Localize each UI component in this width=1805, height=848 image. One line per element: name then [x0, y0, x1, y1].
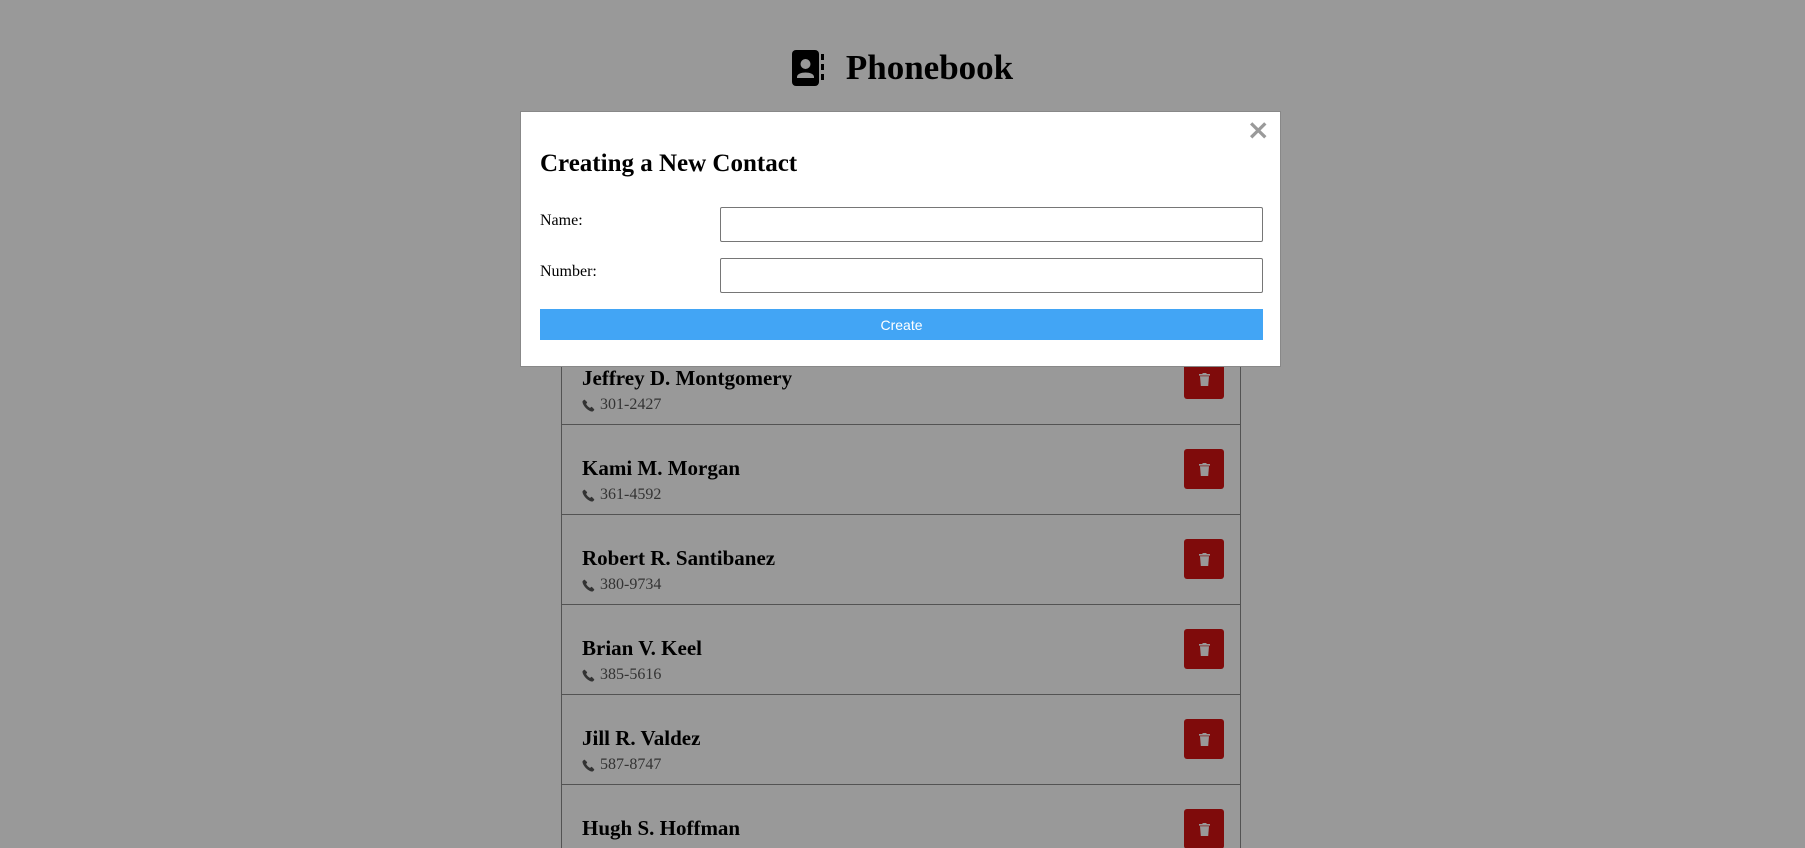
create-contact-modal: × Creating a New Contact Name: Number: C…	[520, 111, 1281, 367]
create-button[interactable]: Create	[540, 309, 1263, 340]
close-icon[interactable]: ×	[1247, 116, 1270, 144]
number-label: Number:	[540, 263, 597, 280]
name-input[interactable]	[720, 207, 1263, 242]
modal-title: Creating a New Contact	[540, 150, 798, 177]
number-input[interactable]	[720, 258, 1263, 293]
name-label: Name:	[540, 212, 583, 229]
